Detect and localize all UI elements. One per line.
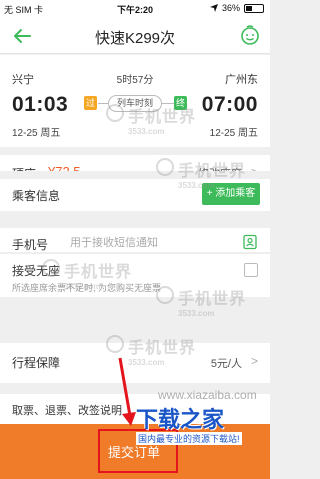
nav-bar: 快速K299次	[0, 18, 270, 54]
battery-icon	[244, 3, 264, 13]
ticket-notice-row[interactable]: 取票、退票、改签说明	[0, 394, 270, 424]
bottom-bar: 提交订单	[0, 424, 270, 479]
submit-order-button[interactable]: 提交订单	[0, 424, 270, 479]
accept-no-seat-checkbox[interactable]	[244, 263, 258, 277]
add-passenger-button[interactable]: + 添加乘客	[202, 183, 260, 205]
ticket-notice-label: 取票、退票、改签说明	[12, 405, 122, 417]
phone-row: 手机号	[0, 218, 270, 252]
phone-label: 手机号	[12, 238, 49, 252]
status-icons: 36%	[209, 3, 264, 13]
contact-book-icon[interactable]	[242, 234, 258, 250]
terminal-tag: 终	[174, 96, 187, 110]
to-station: 广州东	[225, 74, 258, 86]
arrive-date: 12-25 周五	[209, 128, 258, 139]
passenger-row: 乘客信息 + 添加乘客	[0, 171, 270, 211]
trip-card: 兴宁 5时57分 广州东 01:03 过 列车时刻 终 07:00 12-25 …	[0, 55, 270, 147]
location-icon	[209, 4, 218, 12]
depart-time: 01:03	[12, 93, 69, 116]
trip-insurance-value: 5元/人	[210, 358, 242, 370]
phone-input[interactable]	[70, 234, 220, 252]
trip-insurance-label: 行程保障	[12, 356, 61, 370]
page-title: 快速K299次	[94, 30, 176, 47]
passing-tag: 过	[84, 96, 97, 110]
status-bar: 无 SIM 卡 下午2:20 36%	[0, 0, 270, 18]
accept-no-seat-row: 接受无座 所选座席余票不足时, 为您购买无座票	[0, 253, 270, 297]
chevron-right-icon: >	[250, 354, 258, 368]
accept-no-seat-hint: 所选座席余票不足时, 为您购买无座票	[12, 283, 162, 293]
timetable-line-left	[98, 103, 108, 104]
passenger-info-label: 乘客信息	[12, 189, 61, 203]
watermark-logo-icon	[156, 158, 174, 176]
arrive-time: 07:00	[201, 93, 258, 116]
watermark-site-url: 3533.com	[178, 309, 215, 318]
watermark-logo-icon	[106, 335, 124, 353]
trip-insurance-row[interactable]: 行程保障 5元/人 >	[0, 343, 270, 383]
timetable-line-right	[162, 103, 174, 104]
depart-date: 12-25 周五	[12, 128, 61, 139]
watermark-logo-icon	[106, 104, 124, 122]
watermark-logo-icon	[42, 259, 60, 277]
battery-percent: 36%	[221, 3, 240, 13]
customer-service-icon[interactable]	[238, 23, 262, 47]
watermark-logo-icon	[156, 286, 174, 304]
